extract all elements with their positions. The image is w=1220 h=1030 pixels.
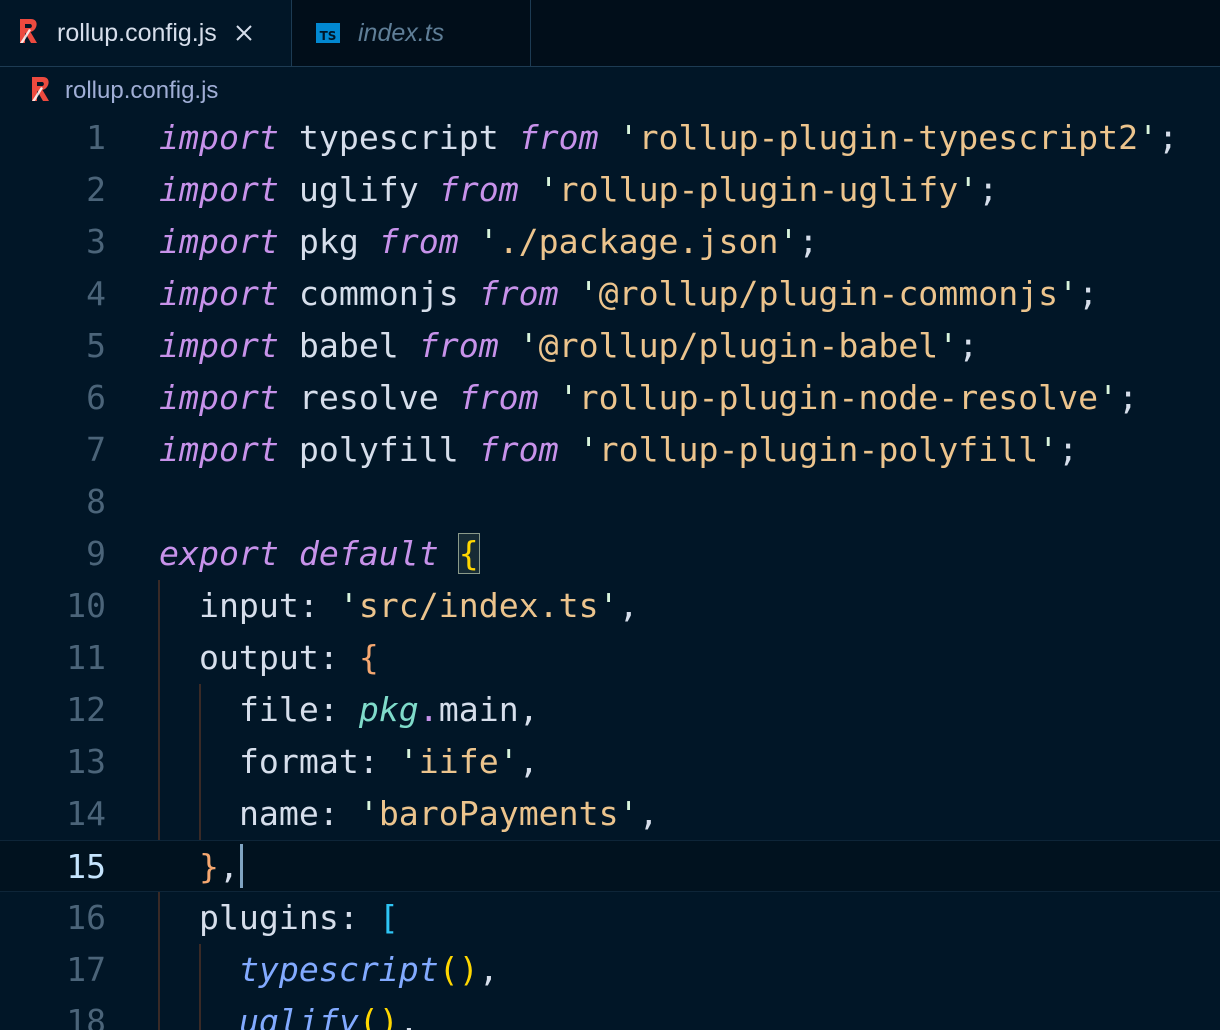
line-number: 5 [86, 326, 106, 365]
matched-brace: { [457, 533, 480, 574]
code-text: typescript(), [238, 950, 499, 989]
code-line: 1 import typescript from 'rollup-plugin-… [0, 112, 1220, 164]
code-line: 8 [0, 476, 1220, 528]
line-number: 18 [66, 1002, 106, 1030]
tab-label: index.ts [358, 18, 445, 47]
code-text: uglify(), [238, 1002, 419, 1030]
line-number: 11 [66, 638, 106, 677]
code-line: 10 input: 'src/index.ts', [0, 580, 1220, 632]
tab-index-ts[interactable]: TS index.ts [292, 0, 531, 66]
tab-rollup-config[interactable]: rollup.config.js [0, 0, 292, 66]
typescript-icon: TS [316, 23, 340, 43]
code-text: output: { [198, 638, 379, 677]
rollup-icon [18, 18, 39, 49]
line-number: 9 [86, 534, 106, 573]
line-number: 8 [86, 482, 106, 521]
line-number: 3 [86, 222, 106, 261]
line-number: 4 [86, 274, 106, 313]
line-number: 13 [66, 742, 106, 781]
breadcrumb-file[interactable]: rollup.config.js [65, 77, 218, 105]
code-line: 17 typescript(), [0, 944, 1220, 996]
editor-window: rollup.config.js TS index.ts rollup.conf… [0, 0, 1220, 1030]
code-line: 6 import resolve from 'rollup-plugin-nod… [0, 372, 1220, 424]
current-line: 15 }, [0, 840, 1220, 892]
code-text: import pkg from './package.json'; [159, 222, 819, 261]
code-line: 14 name: 'baroPayments', [0, 788, 1220, 840]
breadcrumb: rollup.config.js [0, 68, 1220, 114]
code-text: name: 'baroPayments', [238, 794, 659, 833]
code-line: 3 import pkg from './package.json'; [0, 216, 1220, 268]
code-line: 2 import uglify from 'rollup-plugin-ugli… [0, 164, 1220, 216]
tab-bar: rollup.config.js TS index.ts [0, 0, 1220, 67]
code-line: 5 import babel from '@rollup/plugin-babe… [0, 320, 1220, 372]
code-line: 18 uglify(), [0, 996, 1220, 1030]
line-number: 2 [86, 170, 106, 209]
text-cursor [239, 843, 243, 888]
line-number: 17 [66, 950, 106, 989]
tab-label: rollup.config.js [57, 18, 217, 47]
line-number: 6 [86, 378, 106, 417]
line-number: 10 [66, 586, 106, 625]
code-text: format: 'iife', [238, 742, 539, 781]
code-line: 7 import polyfill from 'rollup-plugin-po… [0, 424, 1220, 476]
line-number: 14 [66, 794, 106, 833]
line-number: 7 [86, 430, 106, 469]
code-text: file: pkg.main, [238, 690, 539, 729]
code-text: import resolve from 'rollup-plugin-node-… [159, 378, 1139, 417]
code-line: 9 export default { [0, 528, 1220, 580]
rollup-icon [30, 76, 51, 107]
code-text: import polyfill from 'rollup-plugin-poly… [159, 430, 1079, 469]
code-text: input: 'src/index.ts', [198, 586, 639, 625]
code-line: 11 output: { [0, 632, 1220, 684]
code-text: import typescript from 'rollup-plugin-ty… [159, 118, 1179, 157]
close-icon[interactable] [231, 20, 257, 46]
code-line: 16 plugins: [ [0, 892, 1220, 944]
code-editor[interactable]: 1 import typescript from 'rollup-plugin-… [0, 112, 1220, 1030]
code-line: 13 format: 'iife', [0, 736, 1220, 788]
line-number: 12 [66, 690, 106, 729]
line-number: 1 [86, 118, 106, 157]
code-text: import commonjs from '@rollup/plugin-com… [159, 274, 1099, 313]
code-line: 12 file: pkg.main, [0, 684, 1220, 736]
line-number: 15 [66, 847, 106, 886]
code-text: import uglify from 'rollup-plugin-uglify… [159, 170, 999, 209]
code-line: 4 import commonjs from '@rollup/plugin-c… [0, 268, 1220, 320]
code-text: export default { [159, 533, 480, 574]
code-text: }, [159, 841, 243, 893]
code-text: import babel from '@rollup/plugin-babel'… [159, 326, 979, 365]
code-text: plugins: [ [198, 898, 399, 937]
line-number: 16 [66, 898, 106, 937]
